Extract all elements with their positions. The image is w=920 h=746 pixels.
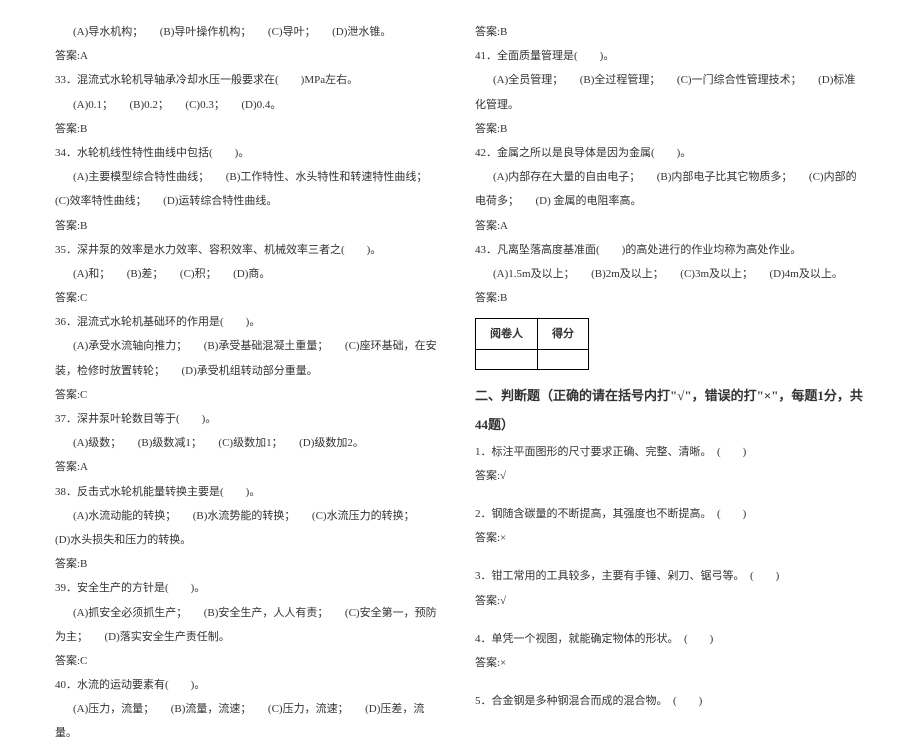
q33: 33．混流式水轮机导轴承冷却水压一般要求在( )MPa左右。 bbox=[55, 68, 445, 92]
tf5: 5．合金钢是多种钢混合而成的混合物。 ( ) bbox=[475, 689, 865, 713]
q38-options: (A)水流动能的转换； (B)水流势能的转换； (C)水流压力的转换； (D)水… bbox=[55, 510, 431, 546]
a35: 答案:C bbox=[55, 286, 445, 310]
q33-options: (A)0.1； (B)0.2； (C)0.3； (D)0.4。 bbox=[55, 99, 281, 111]
q36-options: (A)承受水流轴向推力； (B)承受基础混凝土重量； (C)座环基础，在安装，检… bbox=[55, 340, 437, 376]
q39-options: (A)抓安全必须抓生产； (B)安全生产，人人有责； (C)安全第一，预防为主；… bbox=[55, 607, 437, 643]
score-header1: 阅卷人 bbox=[476, 319, 538, 350]
a38: 答案:B bbox=[55, 552, 445, 576]
a39: 答案:C bbox=[55, 649, 445, 673]
q40: 40．水流的运动要素有( )。 bbox=[55, 673, 445, 697]
q36: 36．混流式水轮机基础环的作用是( )。 bbox=[55, 310, 445, 334]
a41: 答案:B bbox=[475, 117, 865, 141]
q42: 42．金属之所以是良导体是因为金属( )。 bbox=[475, 141, 865, 165]
a37: 答案:A bbox=[55, 455, 445, 479]
tf3-ans: 答案:√ bbox=[475, 589, 865, 613]
q43: 43．凡离坠落高度基准面( )的高处进行的作业均称为高处作业。 bbox=[475, 238, 865, 262]
q34: 34．水轮机线性特性曲线中包括( )。 bbox=[55, 141, 445, 165]
a32: 答案:A bbox=[55, 44, 445, 68]
tf4: 4．单凭一个视图，就能确定物体的形状。 ( ) bbox=[475, 627, 865, 651]
a34: 答案:B bbox=[55, 214, 445, 238]
q37: 37．深井泵叶轮数目等于( )。 bbox=[55, 407, 445, 431]
a40: 答案:B bbox=[475, 20, 865, 44]
a43: 答案:B bbox=[475, 286, 865, 310]
tf2: 2．钢随含碳量的不断提高，其强度也不断提高。 ( ) bbox=[475, 502, 865, 526]
q39: 39．安全生产的方针是( )。 bbox=[55, 576, 445, 600]
tf4-ans: 答案:× bbox=[475, 651, 865, 675]
q37-options: (A)级数； (B)级数减1； (C)级数加1； (D)级数加2。 bbox=[55, 437, 364, 449]
score-header2: 得分 bbox=[538, 319, 589, 350]
q35-options: (A)和； (B)差； (C)积； (D)商。 bbox=[55, 268, 270, 280]
left-column: (A)导水机构； (B)导叶操作机构； (C)导叶； (D)泄水锥。 答案:A … bbox=[40, 20, 460, 631]
q41-options: (A)全员管理； (B)全过程管理； (C)一门综合性管理技术； (D)标准化管… bbox=[475, 74, 855, 110]
tf1-ans: 答案:√ bbox=[475, 464, 865, 488]
score-table: 阅卷人 得分 bbox=[475, 318, 589, 370]
score-cell2 bbox=[538, 350, 589, 370]
right-column: 答案:B 41．全面质量管理是( )。 (A)全员管理； (B)全过程管理； (… bbox=[460, 20, 880, 631]
q41: 41．全面质量管理是( )。 bbox=[475, 44, 865, 68]
a42: 答案:A bbox=[475, 214, 865, 238]
q38: 38．反击式水轮机能量转换主要是( )。 bbox=[55, 480, 445, 504]
q32-options: (A)导水机构； (B)导叶操作机构； (C)导叶； (D)泄水锥。 bbox=[55, 26, 391, 38]
tf1: 1．标注平面图形的尺寸要求正确、完整、清晰。 ( ) bbox=[475, 440, 865, 464]
q43-options: (A)1.5m及以上； (B)2m及以上； (C)3m及以上； (D)4m及以上… bbox=[475, 268, 843, 280]
section2-title: 二、判断题（正确的请在括号内打"√"，错误的打"×"，每题1分，共44题） bbox=[475, 382, 865, 439]
a36: 答案:C bbox=[55, 383, 445, 407]
tf3: 3．钳工常用的工具较多，主要有手锤、剁刀、锯弓等。 ( ) bbox=[475, 564, 865, 588]
q34-options: (A)主要模型综合特性曲线； (B)工作特性、水头特性和转速特性曲线； (C)效… bbox=[55, 171, 444, 207]
q40-options: (A)压力，流量； (B)流量，流速； (C)压力，流速； (D)压差，流量。 bbox=[55, 703, 424, 739]
a33: 答案:B bbox=[55, 117, 445, 141]
score-cell1 bbox=[476, 350, 538, 370]
q35: 35．深井泵的效率是水力效率、容积效率、机械效率三者之( )。 bbox=[55, 238, 445, 262]
q42-options: (A)内部存在大量的自由电子； (B)内部电子比其它物质多； (C)内部的电荷多… bbox=[475, 171, 857, 207]
tf2-ans: 答案:× bbox=[475, 526, 865, 550]
